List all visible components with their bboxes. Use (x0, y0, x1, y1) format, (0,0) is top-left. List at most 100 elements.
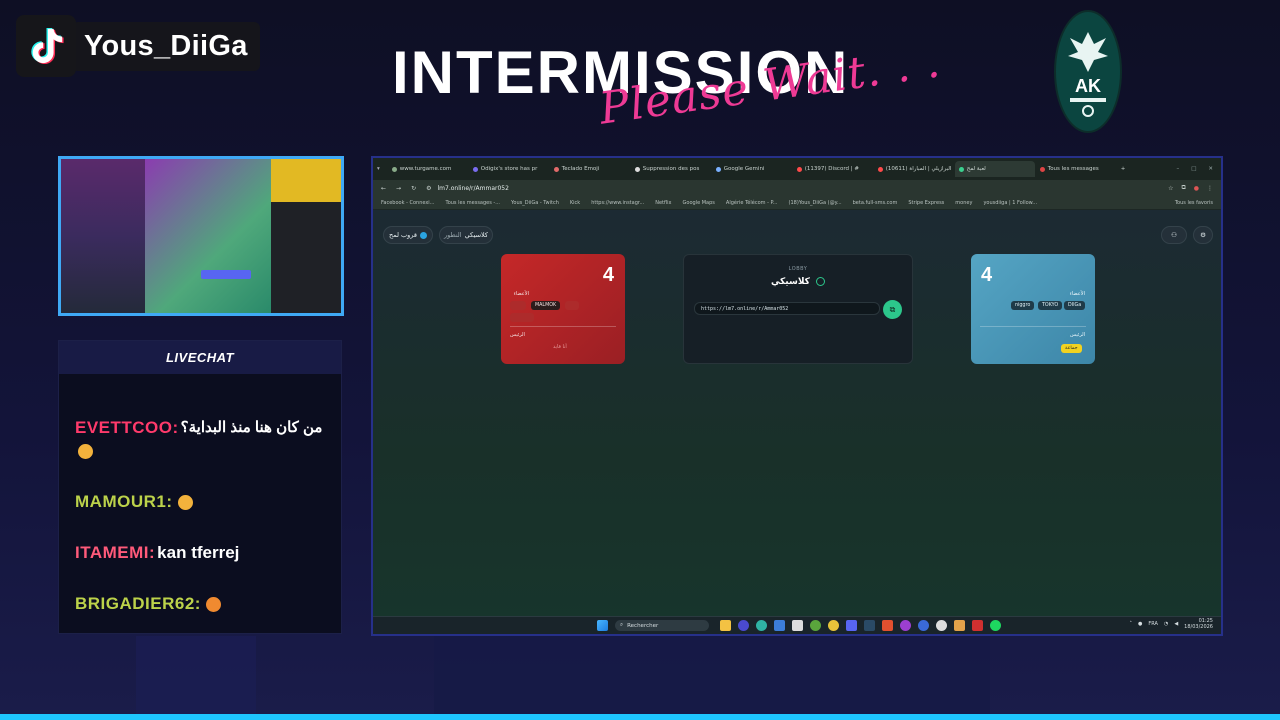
system-tray: ˄ ● FRA ◔ ◀ 01:25 18/03/2026 (1129, 618, 1213, 630)
mode-pill-label: النطور (444, 231, 462, 239)
favicon-icon (1039, 166, 1045, 172)
reload-icon[interactable]: ↻ (411, 185, 416, 192)
emoji-icon (177, 494, 193, 510)
svg-text:AK: AK (1075, 76, 1101, 96)
player-chip: niggro (1011, 301, 1035, 310)
bg-panel-center (434, 636, 990, 720)
menu-icon[interactable]: ⋮ (1207, 185, 1213, 192)
browser-tab[interactable]: Suppression des pos (631, 161, 711, 177)
tab-title: Google Gemini (723, 166, 765, 172)
app-icon[interactable] (918, 620, 929, 631)
bookmark-item[interactable]: beta.full-sms.com (853, 200, 898, 206)
red-captain-action[interactable]: أنا قايد (553, 344, 567, 350)
mic-icon[interactable]: ● (1138, 621, 1142, 628)
group-button[interactable]: قروب لمح (383, 226, 433, 244)
mode-pill[interactable]: النطور كلاسيكي (439, 226, 493, 244)
taskbar-icons: ⌕ Rechercher (597, 620, 1001, 631)
emoji-icon (205, 596, 221, 612)
bookmark-item[interactable]: Stripe Express (908, 200, 944, 206)
bookmark-item[interactable]: https://www.instagr... (591, 200, 644, 206)
spotify-icon[interactable] (990, 620, 1001, 631)
browser-tab[interactable]: Teclado Emoji (550, 161, 630, 177)
browser-tab[interactable]: (10611) البرازيلي | المباراة (874, 161, 954, 177)
bookmark-all[interactable]: Tous les favoris (1175, 200, 1213, 206)
browser-tab[interactable]: Tous les messages (1036, 161, 1116, 177)
browser-tab[interactable]: www.turgame.com (388, 161, 468, 177)
browser-tab[interactable]: Odigix's store has pr (469, 161, 549, 177)
language-indicator[interactable]: FRA (1148, 621, 1158, 628)
emoji-icon (78, 443, 93, 459)
edge-icon[interactable] (756, 620, 767, 631)
url-field[interactable]: lm7.online/r/Ammar052 (437, 185, 508, 192)
app-icon[interactable] (900, 620, 911, 631)
browser-tab-active[interactable]: لعبة لمح (954, 161, 1035, 177)
blue-team-score: 4 (981, 264, 993, 286)
minimize-icon[interactable]: – (1176, 166, 1179, 172)
app-icon[interactable] (738, 620, 749, 631)
phoenix-icon: AK (1068, 31, 1108, 117)
browser-tab[interactable]: Google Gemini (712, 161, 792, 177)
bookmark-item[interactable]: Facebook - Connexi... (381, 200, 434, 206)
lobby-url-field[interactable]: https://lm7.online/r/Ammar052 (694, 302, 880, 315)
app-icon[interactable] (972, 620, 983, 631)
bookmark-item[interactable]: Google Maps (683, 200, 715, 206)
extensions-icon[interactable]: ⧉ (1181, 184, 1185, 192)
store-icon[interactable] (774, 620, 785, 631)
steam-icon[interactable] (864, 620, 875, 631)
network-icon[interactable]: ◔ (1164, 621, 1168, 628)
brave-icon[interactable] (882, 620, 893, 631)
chat-message: ITAMEMI: kan tferrej (75, 542, 333, 565)
chat-username: ITAMEMI: (75, 543, 156, 562)
clock[interactable]: 01:25 18/03/2026 (1184, 618, 1213, 630)
bookmark-item[interactable]: Algérie Télécom - P... (726, 200, 778, 206)
tab-title: www.turgame.com (399, 166, 452, 172)
windows-start-icon[interactable] (597, 620, 608, 631)
red-team-card: 4 الأعضاء MALMOK الرئيس أنا قايد (501, 254, 625, 364)
taskbar-search[interactable]: ⌕ Rechercher (615, 620, 709, 631)
site-info-icon[interactable]: ⚙ (426, 185, 431, 192)
back-icon[interactable]: ← (381, 185, 386, 192)
maximize-icon[interactable]: □ (1191, 166, 1196, 172)
star-icon[interactable]: ☆ (1168, 185, 1173, 192)
bookmark-item[interactable]: money (955, 200, 972, 206)
forward-icon[interactable]: → (396, 185, 401, 192)
browser-tab[interactable]: (11397) Discord | # (793, 161, 873, 177)
close-icon[interactable]: ✕ (1208, 166, 1213, 172)
red-players-label: الأعضاء (513, 291, 529, 297)
chrome-icon[interactable] (828, 620, 839, 631)
discord-icon[interactable] (846, 620, 857, 631)
profile-icon[interactable]: ● (1194, 185, 1199, 192)
lobby-tag: LOBBY (788, 266, 808, 272)
tab-title: Teclado Emoji (561, 166, 600, 172)
taskbar-search-placeholder: Rechercher (627, 622, 659, 629)
captain-chip: جماعة (1061, 344, 1082, 353)
address-bar: ← → ↻ ⚙ lm7.online/r/Ammar052 ☆ ⧉ ● ⋮ (373, 180, 1221, 196)
chevron-up-icon[interactable]: ˄ (1129, 621, 1132, 628)
bookmark-item[interactable]: Netflix (655, 200, 671, 206)
copy-link-button[interactable]: ⧉ (883, 300, 902, 319)
bookmark-item[interactable]: Yous_DiiGa - Twitch (511, 200, 559, 206)
bookmark-item[interactable]: Tous les messages -... (445, 200, 500, 206)
livechat-panel: LIVECHAT EVETTCOO: من كان هنا منذ البداي… (58, 340, 342, 634)
new-tab-icon[interactable]: + (1121, 166, 1126, 172)
bottom-accent-bar (0, 714, 1280, 720)
calendar-icon[interactable] (792, 620, 803, 631)
bookmark-item[interactable]: yousdiiga | 1 Follow... (983, 200, 1037, 206)
file-explorer-icon[interactable] (720, 620, 731, 631)
capture-sidebar (61, 159, 145, 313)
red-divider (510, 326, 616, 327)
red-team-score: 4 (602, 264, 614, 286)
volume-icon[interactable]: ◀ (1174, 621, 1178, 628)
favicon-icon (391, 166, 397, 172)
tab-title: (11397) Discord | # (804, 166, 859, 172)
players-button[interactable]: ⚇ (1161, 226, 1187, 244)
player-chip-placeholder (565, 301, 579, 310)
app-icon[interactable] (936, 620, 947, 631)
tab-list-icon[interactable]: ▾ (377, 166, 380, 172)
settings-button[interactable]: ⚙ (1193, 226, 1213, 244)
app-icon[interactable] (954, 620, 965, 631)
chat-text: من كان هنا منذ البداية؟ (180, 419, 323, 437)
xbox-icon[interactable] (810, 620, 821, 631)
bookmark-item[interactable]: Kick (570, 200, 580, 206)
bookmark-item[interactable]: (18)Yous_DiiGa (@y... (789, 200, 842, 206)
